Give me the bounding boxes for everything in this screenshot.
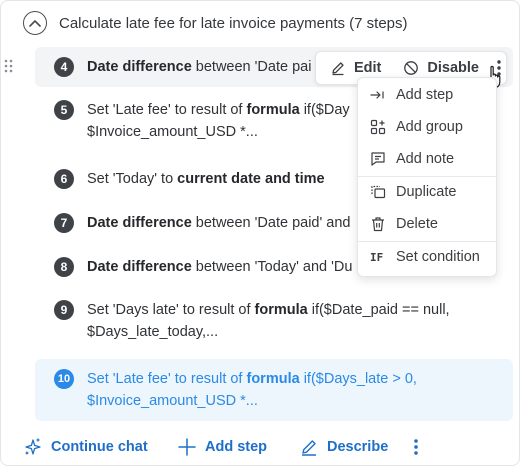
plus-icon	[178, 438, 196, 456]
step-number: 4	[54, 57, 74, 77]
menu-item-add-step[interactable]: Add step	[358, 80, 496, 110]
group-header: Calculate late fee for late invoice paym…	[23, 9, 408, 37]
add-step-icon	[370, 91, 384, 99]
menu-item-set-condition[interactable]: IF Set condition	[358, 242, 496, 272]
step-number: 10	[54, 369, 74, 389]
disable-icon	[404, 61, 419, 75]
pencil-icon	[332, 62, 344, 76]
step-options-menu: Add step Add group Add note Duplicate De…	[357, 77, 497, 277]
pencil-icon	[302, 440, 316, 456]
duplicate-icon	[371, 185, 386, 199]
footer-actions: Continue chat Add step Describe	[1, 429, 519, 465]
drag-handle-icon[interactable]	[4, 59, 14, 73]
add-group-icon	[370, 119, 386, 135]
add-note-icon	[371, 152, 385, 166]
step-row[interactable]: 9 Set 'Days late' to result of formula i…	[35, 291, 513, 347]
continue-chat-button[interactable]: Continue chat	[23, 429, 148, 465]
menu-item-duplicate[interactable]: Duplicate	[358, 177, 496, 207]
edit-button[interactable]: Edit	[330, 60, 381, 76]
add-step-button[interactable]: Add step	[177, 429, 267, 465]
menu-item-add-group[interactable]: Add group	[358, 112, 496, 142]
workflow-panel: Calculate late fee for late invoice paym…	[0, 0, 520, 466]
describe-button[interactable]: Describe	[299, 429, 388, 465]
step-number: 5	[54, 100, 74, 120]
footer-more-button[interactable]	[413, 429, 427, 465]
if-condition-icon: IF	[370, 250, 384, 264]
menu-item-delete[interactable]: Delete	[358, 209, 496, 239]
step-row-active[interactable]: 10 Set 'Late fee' to result of formula i…	[35, 359, 513, 421]
more-vertical-icon	[414, 439, 418, 455]
step-number: 6	[54, 169, 74, 189]
chevron-up-icon	[29, 20, 41, 27]
step-number: 8	[54, 257, 74, 277]
menu-item-add-note[interactable]: Add note	[358, 144, 496, 174]
step-number: 9	[54, 300, 74, 320]
step-number: 7	[54, 213, 74, 233]
step-text: Set 'Late fee' to result of formula if($…	[87, 371, 417, 409]
group-title: Calculate late fee for late invoice paym…	[59, 14, 408, 32]
step-text: Set 'Days late' to result of formula if(…	[87, 302, 450, 340]
sparkle-icon	[25, 438, 41, 455]
disable-button[interactable]: Disable	[403, 60, 479, 76]
collapse-button[interactable]	[23, 11, 47, 35]
trash-icon	[372, 217, 384, 232]
